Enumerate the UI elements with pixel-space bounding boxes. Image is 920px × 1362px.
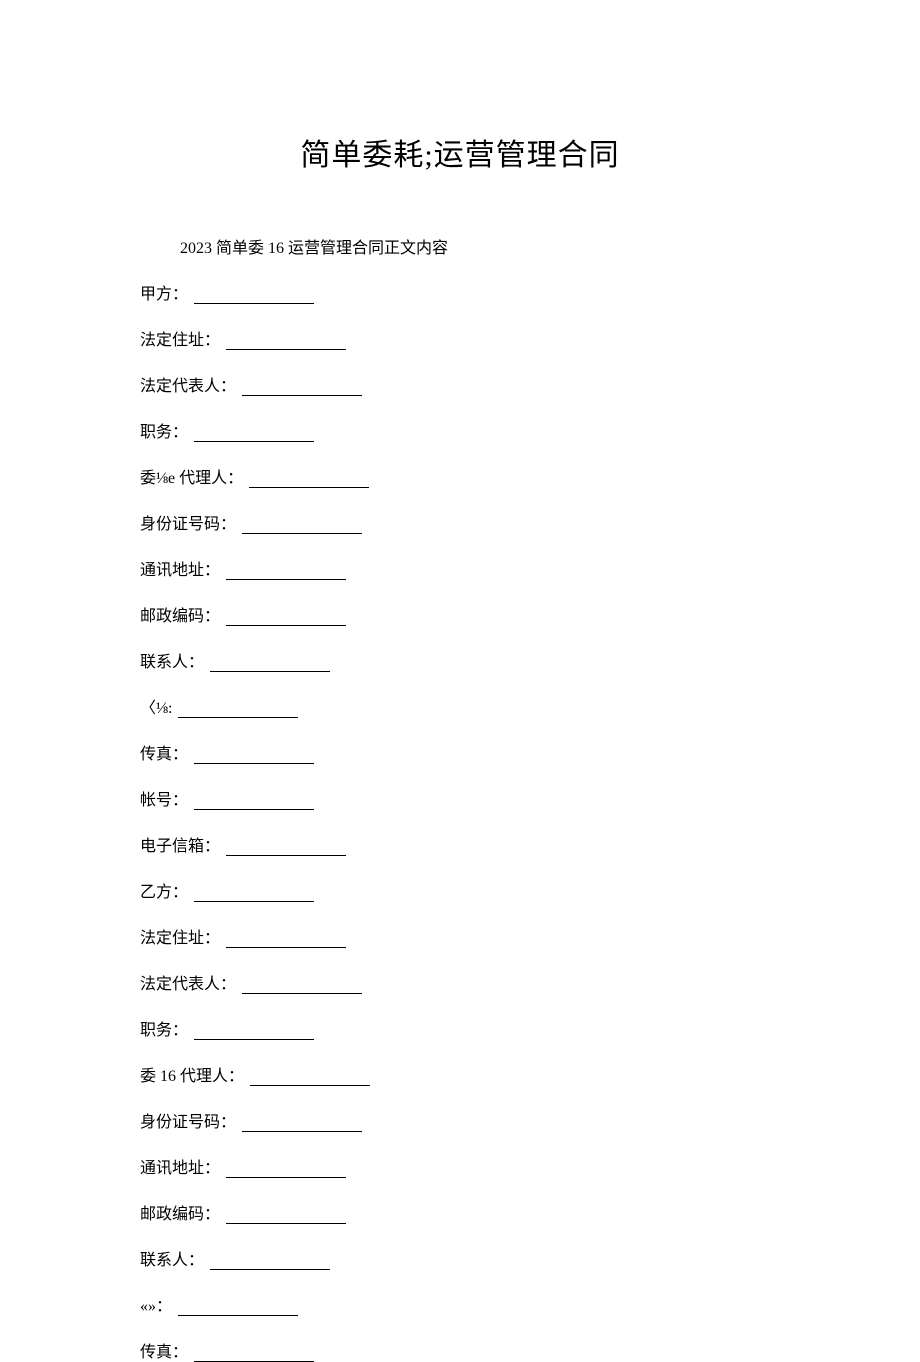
field-row: 〈⅛:: [140, 694, 780, 718]
blank-line: [226, 934, 346, 948]
field-label: 帐号：: [140, 786, 188, 810]
field-label: 职务：: [140, 418, 188, 442]
field-label: 委 16 代理人：: [140, 1062, 244, 1086]
field-label: «»：: [140, 1292, 172, 1316]
field-label: 法定代表人：: [140, 970, 236, 994]
blank-line: [226, 612, 346, 626]
field-label: 电子信箱：: [140, 832, 220, 856]
field-row: 帐号：: [140, 786, 780, 810]
blank-line: [226, 336, 346, 350]
field-label: 法定代表人：: [140, 372, 236, 396]
blank-line: [226, 1164, 346, 1178]
field-label: 乙方：: [140, 878, 188, 902]
field-label: 委⅛e 代理人：: [140, 464, 243, 488]
field-row: «»：: [140, 1292, 780, 1316]
field-label: 职务：: [140, 1016, 188, 1040]
blank-line: [242, 980, 362, 994]
blank-line: [226, 1210, 346, 1224]
document-title: 简单委耗;运营管理合同: [140, 130, 780, 174]
field-row: 法定代表人：: [140, 970, 780, 994]
field-row: 通讯地址：: [140, 1154, 780, 1178]
blank-line: [194, 1026, 314, 1040]
field-row: 职务：: [140, 418, 780, 442]
blank-line: [194, 796, 314, 810]
field-row: 职务：: [140, 1016, 780, 1040]
field-row: 联系人：: [140, 1246, 780, 1270]
field-label: 身份证号码：: [140, 510, 236, 534]
field-label: 传真：: [140, 1338, 188, 1362]
field-row: 身份证号码：: [140, 1108, 780, 1132]
field-label: 〈⅛:: [140, 694, 172, 718]
field-row: 传真：: [140, 1338, 780, 1362]
field-row: 电子信箱：: [140, 832, 780, 856]
blank-line: [242, 1118, 362, 1132]
field-label: 联系人：: [140, 1246, 204, 1270]
field-row: 传真：: [140, 740, 780, 764]
field-row: 甲方：: [140, 280, 780, 304]
blank-line: [210, 658, 330, 672]
document-subtitle: 2023 简单委 16 运营管理合同正文内容: [180, 234, 780, 258]
field-row: 身份证号码：: [140, 510, 780, 534]
field-label: 甲方：: [140, 280, 188, 304]
field-row: 法定住址：: [140, 924, 780, 948]
field-row: 邮政编码：: [140, 602, 780, 626]
field-label: 法定住址：: [140, 924, 220, 948]
field-row: 委⅛e 代理人：: [140, 464, 780, 488]
blank-line: [178, 1302, 298, 1316]
field-label: 邮政编码：: [140, 1200, 220, 1224]
blank-line: [242, 520, 362, 534]
blank-line: [250, 1072, 370, 1086]
field-row: 通讯地址：: [140, 556, 780, 580]
blank-line: [226, 842, 346, 856]
blank-line: [194, 428, 314, 442]
field-row: 委 16 代理人：: [140, 1062, 780, 1086]
blank-line: [210, 1256, 330, 1270]
blank-line: [194, 1348, 314, 1362]
blank-line: [242, 382, 362, 396]
field-label: 通讯地址：: [140, 556, 220, 580]
field-row: 法定代表人：: [140, 372, 780, 396]
blank-line: [194, 290, 314, 304]
field-label: 法定住址：: [140, 326, 220, 350]
field-label: 身份证号码：: [140, 1108, 236, 1132]
field-label: 通讯地址：: [140, 1154, 220, 1178]
blank-line: [194, 750, 314, 764]
blank-line: [178, 704, 298, 718]
blank-line: [194, 888, 314, 902]
field-label: 联系人：: [140, 648, 204, 672]
blank-line: [226, 566, 346, 580]
field-row: 法定住址：: [140, 326, 780, 350]
field-row: 邮政编码：: [140, 1200, 780, 1224]
field-label: 邮政编码：: [140, 602, 220, 626]
field-row: 乙方：: [140, 878, 780, 902]
field-label: 传真：: [140, 740, 188, 764]
field-row: 联系人：: [140, 648, 780, 672]
blank-line: [249, 474, 369, 488]
